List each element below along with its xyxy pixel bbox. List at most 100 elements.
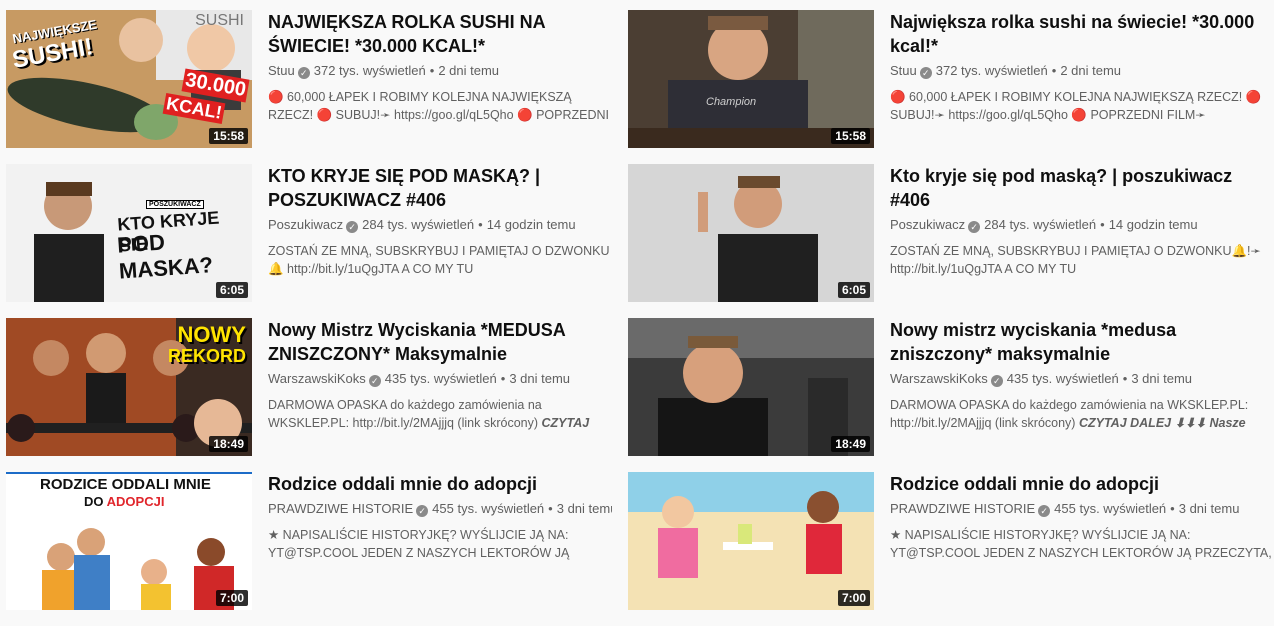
view-count: 372 tys. wyświetleń [935, 63, 1048, 78]
check-circle-icon: ✓ [919, 67, 932, 79]
video-info: Poszukiwacz ✓ 284 tys. wyświetleń • 14 godzi… [890, 216, 1274, 234]
duration-badge: 18:49 [831, 436, 870, 452]
check-circle-icon: ✓ [416, 505, 429, 517]
video-thumbnail[interactable]: 6:05 [628, 164, 874, 302]
thumbnail-image [628, 164, 874, 302]
upload-age: 3 dni temu [1131, 371, 1193, 386]
video-title[interactable]: Największa rolka sushi na świecie! *30.0… [890, 10, 1274, 58]
duration-badge: 15:58 [209, 128, 248, 144]
check-circle-icon: ✓ [346, 221, 359, 233]
thumbnail-text-nowy: NOWY [177, 322, 246, 347]
video-thumbnail[interactable]: NAJWIĘKSZE SUSHI! SUSHI 30.000 KCAL! 15:… [6, 10, 252, 148]
video-title[interactable]: Nowy mistrz wyciskania *medusa zniszczon… [890, 318, 1274, 366]
video-result[interactable]: Champion 15:58 Największa rolka sushi na… [628, 10, 1274, 148]
video-description: 🔴 60,000 ŁAPEK I ROBIMY KOLEJNA NAJWIĘKS… [890, 90, 1262, 122]
video-title[interactable]: Rodzice oddali mnie do adopcji [268, 472, 612, 496]
channel-name[interactable]: Poszukiwacz [890, 217, 965, 232]
thumbnail-text-adopcji: ADOPCJI [106, 494, 165, 509]
video-info: Stuu ✓ 372 tys. wyświetleń • 2 dni temu [268, 62, 612, 80]
video-description: DARMOWA OPASKA do każdego zamówienia na … [268, 396, 612, 432]
thumbnail-text-channel: POSZUKIWACZ [146, 200, 204, 209]
view-count: 284 tys. wyświetleń [984, 217, 1097, 232]
upload-age: 2 dni temu [1060, 63, 1122, 78]
thumbnail-text-do: DO [84, 494, 104, 509]
video-title[interactable]: Nowy Mistrz Wyciskania *MEDUSA ZNISZCZON… [268, 318, 612, 366]
video-description: ZOSTAŃ ZE MNĄ, SUBSKRYBUJ I PAMIĘTAJ O D… [890, 244, 1261, 276]
duration-badge: 7:00 [837, 590, 870, 606]
check-circle-icon: ✓ [297, 67, 310, 79]
duration-badge: 7:00 [215, 590, 248, 606]
video-meta: Rodzice oddali mnie do adopcji PRAWDZIWE… [874, 472, 1274, 610]
upload-age: 14 godzin temu [486, 217, 576, 232]
video-meta: NAJWIĘKSZA ROLKA SUSHI NA ŚWIECIE! *30.0… [252, 10, 612, 148]
video-description: DARMOWA OPASKA do każdego zamówienia na … [890, 396, 1274, 432]
thumbnail-image [628, 472, 874, 610]
thumbnail-text-title: RODZICE ODDALI MNIE [40, 476, 211, 493]
video-info: PRAWDZIWE HISTORIE ✓ 455 tys. wyświetleń • 3… [890, 500, 1274, 518]
check-circle-icon: ✓ [990, 375, 1003, 387]
channel-name[interactable]: Stuu [890, 63, 917, 78]
video-result[interactable]: 18:49 Nowy mistrz wyciskania *medusa zni… [628, 318, 1274, 456]
channel-name[interactable]: Stuu [268, 63, 295, 78]
results-column-right: Champion 15:58 Największa rolka sushi na… [628, 10, 1274, 626]
video-meta: Rodzice oddali mnie do adopcji PRAWDZIWE… [252, 472, 612, 610]
channel-name[interactable]: WarszawskiKoks [268, 371, 366, 386]
video-result[interactable]: 7:00 Rodzice oddali mnie do adopcji PRAW… [628, 472, 1274, 610]
video-description: ZOSTAŃ ZE MNĄ, SUBSKRYBUJ I PAMIĘTAJ O D… [268, 244, 610, 276]
separator-dot: • [478, 217, 483, 232]
duration-badge: 6:05 [837, 282, 870, 298]
separator-dot: • [548, 501, 553, 516]
channel-name[interactable]: PRAWDZIWE HISTORIE [268, 501, 413, 516]
thumbnail-text-subtitle: DO ADOPCJI [84, 494, 164, 509]
view-count: 455 tys. wyświetleń [432, 501, 545, 516]
video-info: Stuu ✓ 372 tys. wyświetleń • 2 dni temu [890, 62, 1274, 80]
video-title[interactable]: Kto kryje się pod maską? | poszukiwacz #… [890, 164, 1274, 212]
video-results-grid: NAJWIĘKSZE SUSHI! SUSHI 30.000 KCAL! 15:… [0, 0, 1274, 615]
video-info: WarszawskiKoks ✓ 435 tys. wyświetleń • 3 dni… [890, 370, 1274, 388]
video-info: PRAWDZIWE HISTORIE ✓ 455 tys. wyświetleń • 3… [268, 500, 612, 518]
video-thumbnail[interactable]: RODZICE ODDALI MNIE DO ADOPCJI 7:00 [6, 472, 252, 610]
video-title[interactable]: KTO KRYJE SIĘ POD MASKĄ? | POSZUKIWACZ #… [268, 164, 612, 212]
video-thumbnail[interactable]: NOWY REKORD 18:49 [6, 318, 252, 456]
video-result[interactable]: POSZUKIWACZ KTO KRYJE SIE POD MASKA? 6:0… [6, 164, 612, 302]
check-circle-icon: ✓ [368, 375, 381, 387]
duration-badge: 18:49 [209, 436, 248, 452]
video-title[interactable]: NAJWIĘKSZA ROLKA SUSHI NA ŚWIECIE! *30.0… [268, 10, 612, 58]
channel-name[interactable]: PRAWDZIWE HISTORIE [890, 501, 1035, 516]
channel-name[interactable]: Poszukiwacz [268, 217, 343, 232]
upload-age: 14 godzin temu [1108, 217, 1198, 232]
video-meta: Kto kryje się pod maską? | poszukiwacz #… [874, 164, 1274, 302]
separator-dot: • [1170, 501, 1175, 516]
separator-dot: • [429, 63, 435, 78]
upload-age: 2 dni temu [438, 63, 500, 78]
upload-age: 3 dni temu [556, 501, 612, 516]
video-result[interactable]: NAJWIĘKSZE SUSHI! SUSHI 30.000 KCAL! 15:… [6, 10, 612, 148]
video-result[interactable]: NOWY REKORD 18:49 Nowy Mistrz Wyciskania… [6, 318, 612, 456]
video-result[interactable]: 6:05 Kto kryje się pod maską? | poszukiw… [628, 164, 1274, 302]
thumbnail-text-shirt: Champion [706, 96, 757, 108]
video-thumbnail[interactable]: Champion 15:58 [628, 10, 874, 148]
check-circle-icon: ✓ [968, 221, 981, 233]
channel-name[interactable]: WarszawskiKoks [890, 371, 988, 386]
separator-dot: • [500, 371, 506, 386]
separator-dot: • [1100, 217, 1105, 232]
view-count: 435 tys. wyświetleń [384, 371, 497, 386]
video-thumbnail[interactable]: 18:49 [628, 318, 874, 456]
thumbnail-text-rekord: REKORD [167, 346, 246, 366]
view-count: 284 tys. wyświetleń [362, 217, 475, 232]
video-meta: Największa rolka sushi na świecie! *30.0… [874, 10, 1274, 148]
view-count: 372 tys. wyświetleń [313, 63, 426, 78]
description-text: DARMOWA OPASKA do każdego zamówienia na … [268, 398, 542, 430]
upload-age: 3 dni temu [1178, 501, 1240, 516]
video-description: ★ NAPISALIŚCIE HISTORYJKĘ? WYŚLIJCIE JĄ … [890, 528, 1272, 560]
video-info: Poszukiwacz ✓ 284 tys. wyświetleń • 14 godzi… [268, 216, 612, 234]
duration-badge: 6:05 [215, 282, 248, 298]
view-count: 455 tys. wyświetleń [1054, 501, 1167, 516]
video-info: WarszawskiKoks ✓ 435 tys. wyświetleń • 3 dni… [268, 370, 612, 388]
video-thumbnail[interactable]: POSZUKIWACZ KTO KRYJE SIE POD MASKA? 6:0… [6, 164, 252, 302]
video-result[interactable]: RODZICE ODDALI MNIE DO ADOPCJI 7:00 Rodz… [6, 472, 612, 610]
thumbnail-text-line2: POD MASKA? [116, 229, 214, 284]
video-thumbnail[interactable]: 7:00 [628, 472, 874, 610]
video-title[interactable]: Rodzice oddali mnie do adopcji [890, 472, 1274, 496]
duration-badge: 15:58 [831, 128, 870, 144]
